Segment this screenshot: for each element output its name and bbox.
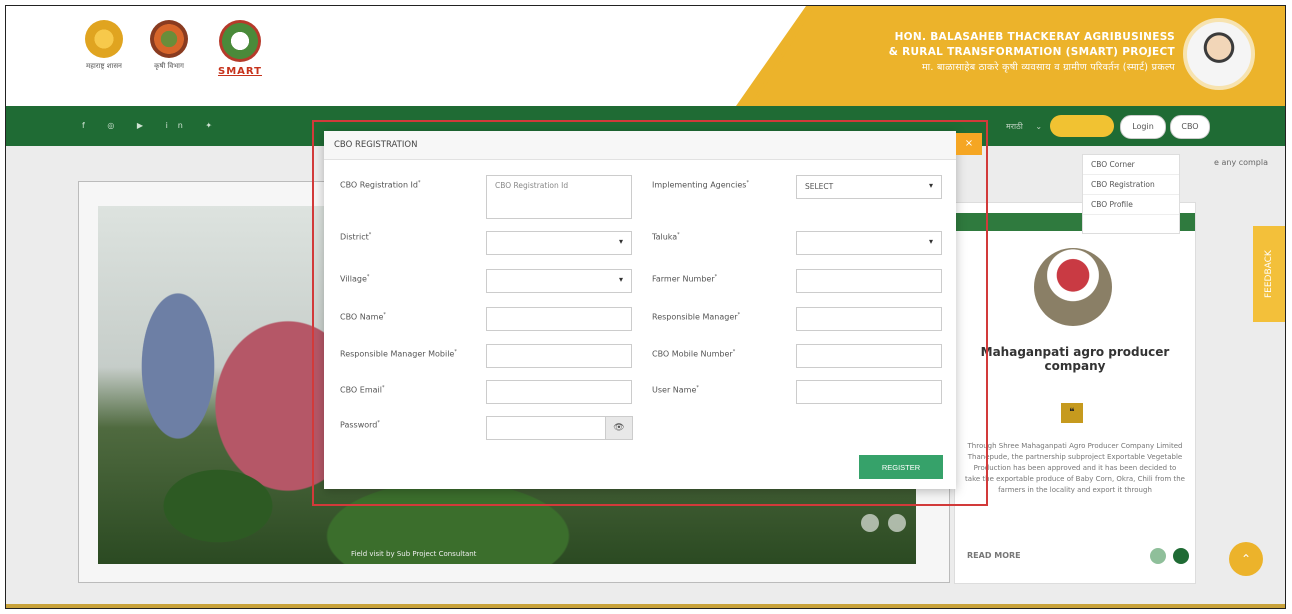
impl-agencies-label: Implementing Agencies* xyxy=(652,180,749,190)
impl-agencies-select[interactable]: SELECT ▾ xyxy=(796,175,942,199)
login-button[interactable]: Login xyxy=(1120,115,1166,139)
banner-line1: HON. BALASAHEB THACKERAY AGRIBUSINESS xyxy=(894,31,1175,43)
district-label: District* xyxy=(340,232,372,242)
logo1-caption: महाराष्ट्र शासन xyxy=(86,62,122,70)
cbo-name-input[interactable] xyxy=(486,307,632,331)
cbo-reg-id-input[interactable]: CBO Registration Id xyxy=(486,175,632,219)
cbo-email-label: CBO Email* xyxy=(340,385,385,395)
user-name-label: User Name* xyxy=(652,385,699,395)
user-name-input[interactable] xyxy=(796,380,942,404)
carousel-dot[interactable] xyxy=(1150,548,1166,564)
modal-title: CBO REGISTRATION xyxy=(324,131,956,160)
resp-manager-mobile-input[interactable] xyxy=(486,344,632,368)
banner-divider-line xyxy=(751,6,815,106)
feedback-tab[interactable]: FEEDBACK xyxy=(1253,226,1285,322)
close-button[interactable]: × xyxy=(956,133,982,155)
language-selector[interactable]: मराठी ⌄ xyxy=(1006,121,1042,132)
slider-next-button[interactable] xyxy=(888,514,907,532)
highlight-pill-button[interactable] xyxy=(1050,115,1114,137)
slider-prev-button[interactable] xyxy=(861,514,879,532)
cbo-reg-id-label: CBO Registration Id* xyxy=(340,180,421,190)
cbo-mobile-input[interactable] xyxy=(796,344,942,368)
carousel-dot-active[interactable] xyxy=(1173,548,1189,564)
company-image xyxy=(1034,248,1112,326)
cbo-menu-button[interactable]: CBO xyxy=(1170,115,1210,139)
cbo-dropdown-menu: CBO Corner CBO Registration CBO Profile xyxy=(1082,154,1180,234)
portrait-avatar xyxy=(1183,18,1255,90)
scroll-top-button[interactable]: ⌃ xyxy=(1229,542,1263,576)
taluka-select[interactable]: ▾ xyxy=(796,231,942,255)
taluka-label: Taluka* xyxy=(652,232,680,242)
resp-manager-label: Responsible Manager* xyxy=(652,312,741,322)
banner-text: HON. BALASAHEB THACKERAY AGRIBUSINESS & … xyxy=(889,30,1175,75)
agri-emblem-icon xyxy=(150,20,188,58)
logo3-caption: SMART xyxy=(218,66,262,77)
success-story-card: Mahaganpati agro producer company ❝ Thro… xyxy=(954,202,1196,584)
cbo-email-input[interactable] xyxy=(486,380,632,404)
impl-agencies-value: SELECT xyxy=(805,182,834,191)
chevron-down-icon: ⌄ xyxy=(1035,122,1043,131)
chevron-up-icon: ⌃ xyxy=(1240,552,1252,566)
password-input[interactable] xyxy=(486,416,606,440)
caret-down-icon: ▾ xyxy=(928,181,933,190)
social-icons[interactable]: f ◎ ▶ in ✦ xyxy=(82,121,222,130)
read-more-link[interactable]: READ MORE xyxy=(967,551,1021,560)
banner-line3: मा. बाळासाहेब ठाकरे कृषी व्यवसाय व ग्राम… xyxy=(921,62,1175,73)
tree-icon xyxy=(219,20,261,62)
resp-manager-mobile-label: Responsible Manager Mobile* xyxy=(340,349,457,359)
dropdown-item-cbo-profile[interactable]: CBO Profile xyxy=(1083,195,1179,215)
dropdown-item-cbo-corner[interactable]: CBO Corner xyxy=(1083,155,1179,175)
banner-line2: & RURAL TRANSFORMATION (SMART) PROJECT xyxy=(888,46,1175,58)
register-button[interactable]: REGISTER xyxy=(859,455,943,479)
site-header: महाराष्ट्र शासन कृषी विभाग SMART HON. BA… xyxy=(6,6,1285,106)
caret-down-icon: ▾ xyxy=(618,275,623,284)
language-label: मराठी xyxy=(1006,122,1023,131)
agriculture-dept-logo[interactable]: कृषी विभाग xyxy=(144,20,194,71)
truncated-text: e any compla xyxy=(1214,158,1269,167)
emblem-icon xyxy=(85,20,123,58)
footer-bar xyxy=(6,604,1285,608)
dropdown-item-cbo-registration[interactable]: CBO Registration xyxy=(1083,175,1179,195)
maharashtra-govt-logo[interactable]: महाराष्ट्र शासन xyxy=(76,20,132,71)
slider-caption: Field visit by Sub Project Consultant xyxy=(351,550,477,558)
card-title: Mahaganpati agro producer company xyxy=(980,345,1170,373)
district-select[interactable]: ▾ xyxy=(486,231,632,255)
cbo-mobile-label: CBO Mobile Number* xyxy=(652,349,736,359)
cbo-name-label: CBO Name* xyxy=(340,312,386,322)
caret-down-icon: ▾ xyxy=(618,237,623,246)
farmer-number-input[interactable] xyxy=(796,269,942,293)
password-label: Password* xyxy=(340,420,380,430)
caret-down-icon: ▾ xyxy=(928,237,933,246)
eye-icon[interactable]: 👁 xyxy=(605,416,633,440)
slider-arrows xyxy=(861,514,910,536)
smart-logo[interactable]: SMART xyxy=(212,20,268,77)
village-label: Village* xyxy=(340,274,370,284)
card-description: Through Shree Mahaganpati Agro Producer … xyxy=(965,442,1185,494)
resp-manager-input[interactable] xyxy=(796,307,942,331)
quote-icon: ❝ xyxy=(1061,403,1083,423)
logo2-caption: कृषी विभाग xyxy=(154,62,184,70)
farmer-number-label: Farmer Number* xyxy=(652,274,718,284)
village-select[interactable]: ▾ xyxy=(486,269,632,293)
